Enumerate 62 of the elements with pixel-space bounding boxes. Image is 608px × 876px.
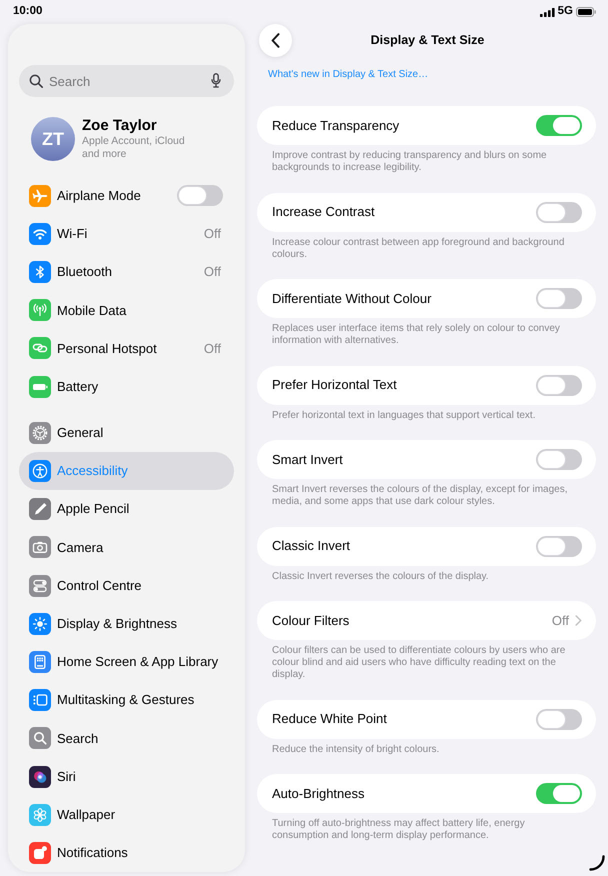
setting-description: Improve contrast by reducing transparency and blurs on some backgrounds to increase legibility.: [271, 150, 548, 174]
setting-label: Differentiate Without Colour: [272, 290, 432, 308]
chevron-right-icon: [575, 615, 582, 626]
sidebar-item[interactable]: Multitasking & Gestures: [19, 681, 234, 720]
sidebar-item[interactable]: Wallpaper: [19, 796, 234, 834]
status-time: 10:00: [13, 4, 42, 20]
toggle-switch[interactable]: [536, 288, 582, 309]
account-subtitle: Apple Account, iCloud and more: [82, 135, 186, 162]
toggle-switch[interactable]: [536, 536, 582, 556]
sidebar-item[interactable]: Battery: [19, 368, 234, 406]
toggle-switch[interactable]: [536, 783, 582, 804]
sidebar-item[interactable]: Control Centre: [19, 566, 234, 605]
sidebar-item[interactable]: Siri: [19, 757, 234, 796]
sidebar-item[interactable]: Notifications: [19, 834, 234, 872]
sidebar-item[interactable]: Wi-Fi Off: [19, 214, 234, 253]
sidebar-item[interactable]: General: [19, 414, 234, 452]
toggle-switch[interactable]: [536, 374, 582, 396]
setting-description: Reduce the intensity of bright colours.: [271, 744, 440, 756]
setting-description: Smart Invert reverses the colours of the display, except for images, media, and some apps that use dark colour styles.: [271, 484, 568, 508]
resize-handle-icon[interactable]: [589, 855, 605, 871]
microphone-icon[interactable]: [211, 73, 221, 88]
network-type: 5G: [558, 4, 573, 20]
page-title: Display & Text Size: [370, 32, 486, 50]
search-field[interactable]: Search: [19, 65, 234, 97]
sidebar-item[interactable]: Bluetooth Off: [19, 253, 234, 292]
setting-description: Turning off auto-brightness may affect battery life, energy consumption and long-term display performance.: [271, 818, 526, 842]
setting-description: Replaces user interface items that rely solely on colour to convey information with alternatives.: [271, 323, 561, 347]
sidebar-item[interactable]: Apple Pencil: [19, 490, 234, 528]
signal-bars-icon: [540, 8, 555, 16]
search-icon: [29, 74, 43, 88]
toggle-switch[interactable]: [536, 449, 582, 470]
setting-label: Reduce Transparency: [272, 116, 400, 135]
toggle-switch[interactable]: [177, 185, 223, 206]
toggle-switch[interactable]: [536, 202, 582, 222]
sidebar-item[interactable]: Airplane Mode: [19, 176, 234, 215]
status-value: Off: [204, 263, 221, 282]
chevron-left-icon: [271, 33, 280, 48]
setting-description: Prefer horizontal text in languages that support vertical text.: [271, 410, 536, 422]
setting-label: Reduce White Point: [272, 710, 387, 728]
setting-label: Increase Contrast: [272, 203, 375, 222]
setting-description: Increase colour contrast between app foreground and background colours.: [271, 236, 566, 260]
setting-description: Colour filters can be used to differentiate colours by users who are colour blind and aid users who have difficulty reading text on the display.: [271, 645, 566, 681]
setting-label: Prefer Horizontal Text: [272, 376, 397, 394]
sidebar-item[interactable]: Search: [19, 719, 234, 758]
sidebar-item[interactable]: Mobile Data: [19, 291, 234, 330]
status-value: Off: [552, 612, 569, 630]
status-value: Off: [204, 225, 221, 244]
sidebar-item[interactable]: Home Screen & App Library: [19, 642, 234, 682]
battery-icon: [576, 7, 596, 17]
toggle-switch[interactable]: [536, 708, 582, 730]
setting-label: Classic Invert: [272, 537, 350, 556]
toggle-switch[interactable]: [536, 115, 582, 136]
sidebar-item[interactable]: Camera: [19, 528, 234, 566]
status-value: Off: [204, 340, 221, 358]
setting-label: Auto-Brightness: [272, 784, 364, 803]
sidebar-item[interactable]: Display & Brightness: [19, 604, 234, 643]
setting-description: Classic Invert reverses the colours of the display.: [271, 570, 490, 582]
back-button[interactable]: [259, 24, 292, 57]
setting-label: Smart Invert: [272, 450, 343, 469]
setting-row[interactable]: Colour Filters Off: [257, 601, 596, 640]
sidebar-item[interactable]: Personal Hotspot Off: [19, 329, 234, 368]
account-name[interactable]: Zoe Taylor: [82, 117, 200, 136]
